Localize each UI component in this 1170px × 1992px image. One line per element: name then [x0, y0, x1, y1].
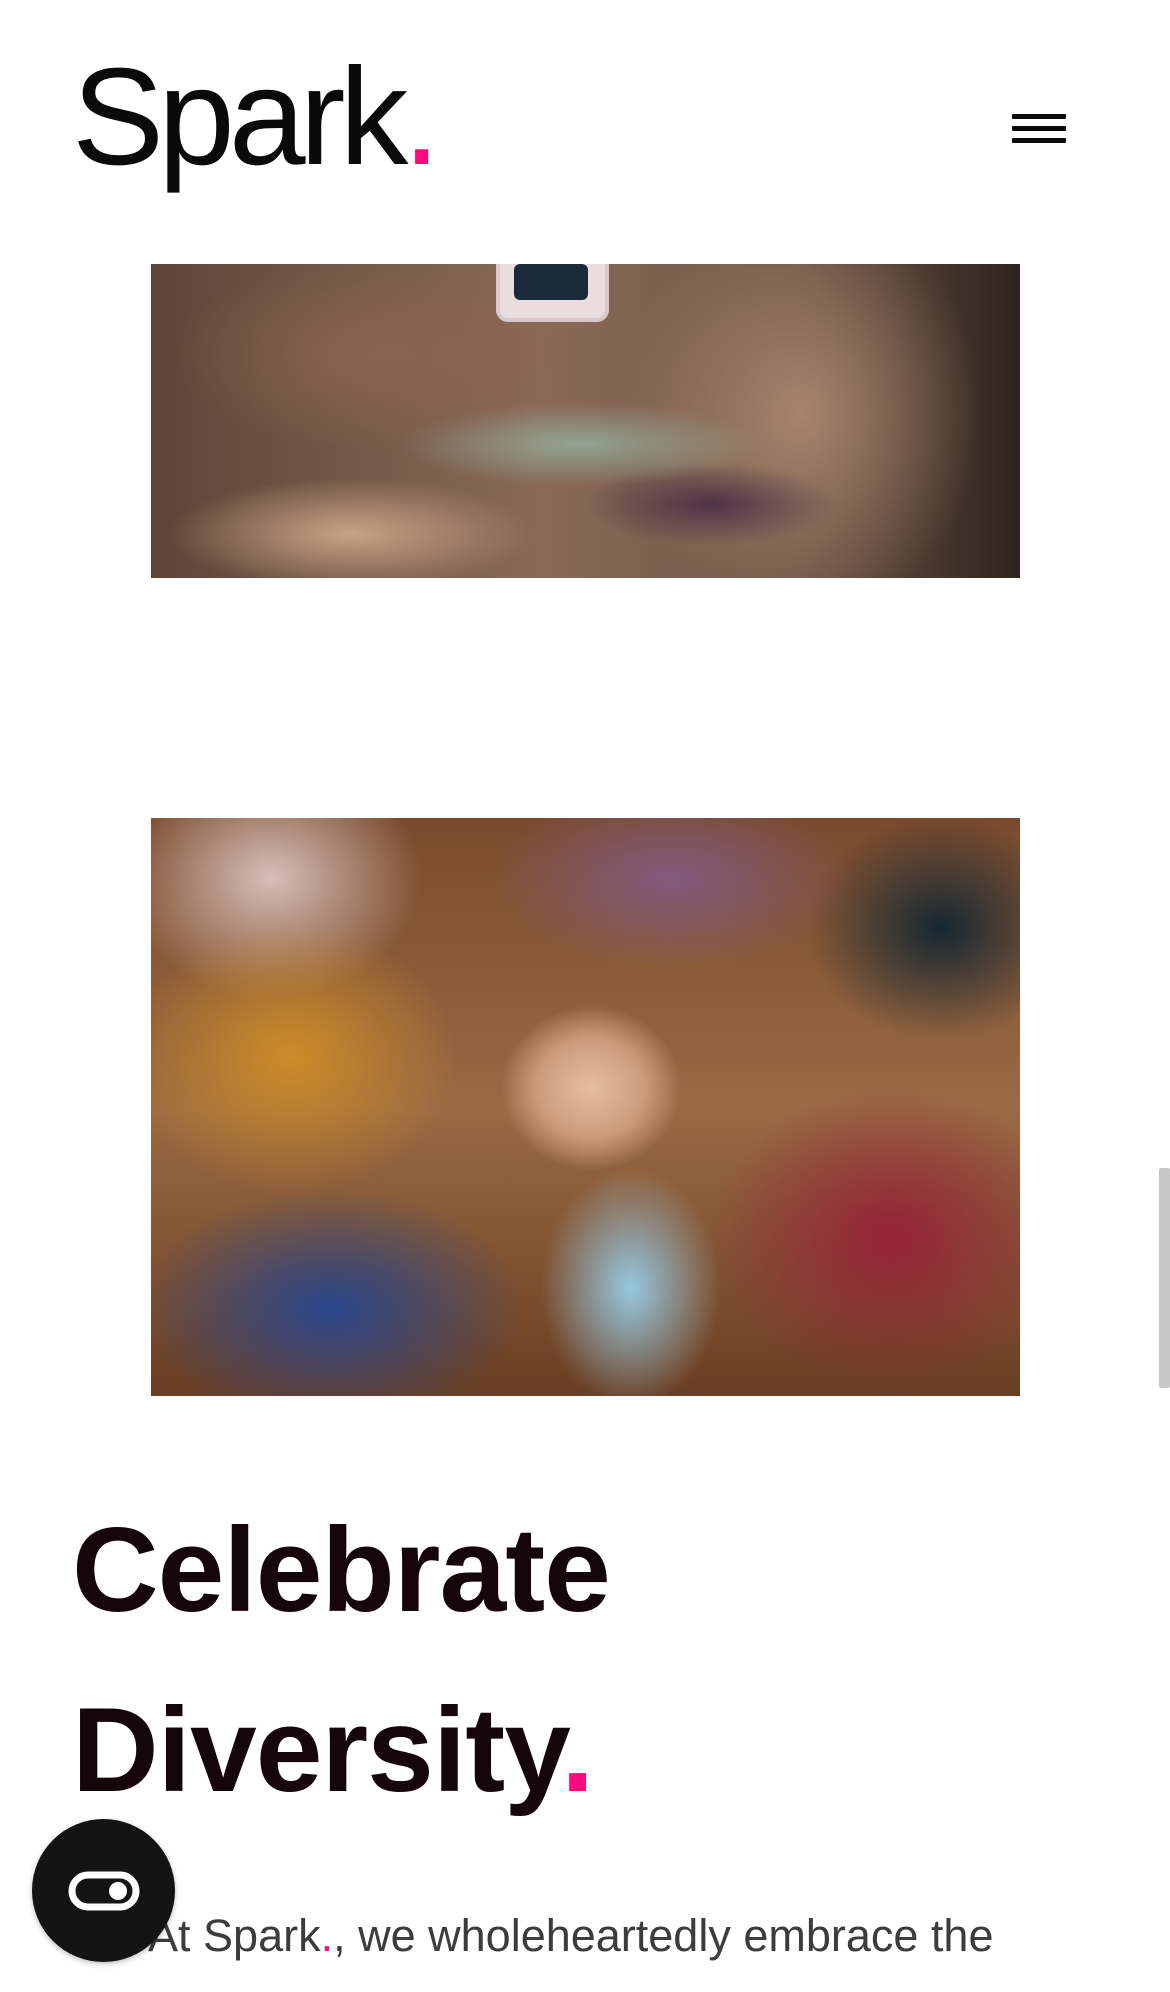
- intro-paragraph: At Spark., we wholeheartedly embrace the: [148, 1908, 1148, 1964]
- accessibility-toggle-icon: [68, 1871, 140, 1911]
- hamburger-menu-icon[interactable]: [1000, 104, 1070, 158]
- smartwatch-photo: [151, 264, 1020, 578]
- page: Spark. Celebrate Diversity. At Spark., w…: [0, 0, 1170, 1992]
- menu-bar-bottom: [1012, 138, 1066, 143]
- heading-line-1: Celebrate: [72, 1503, 611, 1637]
- intro-rest: , we wholeheartedly embrace the: [333, 1910, 994, 1961]
- intro-brand-dot: .: [320, 1910, 334, 1961]
- team-hands-photo: [151, 818, 1020, 1396]
- site-header: Spark.: [0, 0, 1170, 250]
- menu-bar-middle: [1012, 126, 1066, 131]
- heading-dot: .: [561, 1683, 594, 1817]
- logo[interactable]: Spark.: [72, 48, 441, 186]
- logo-text: Spark: [72, 40, 408, 194]
- intro-brand: Spark: [203, 1910, 321, 1961]
- accessibility-button[interactable]: [32, 1819, 175, 1962]
- menu-bar-top: [1012, 114, 1066, 119]
- heading-line-2: Diversity.: [72, 1683, 594, 1817]
- scrollbar-thumb[interactable]: [1159, 1168, 1170, 1388]
- page-heading: Celebrate Diversity.: [72, 1480, 611, 1840]
- logo-dot: .: [402, 40, 441, 194]
- watch-icon: [496, 264, 609, 322]
